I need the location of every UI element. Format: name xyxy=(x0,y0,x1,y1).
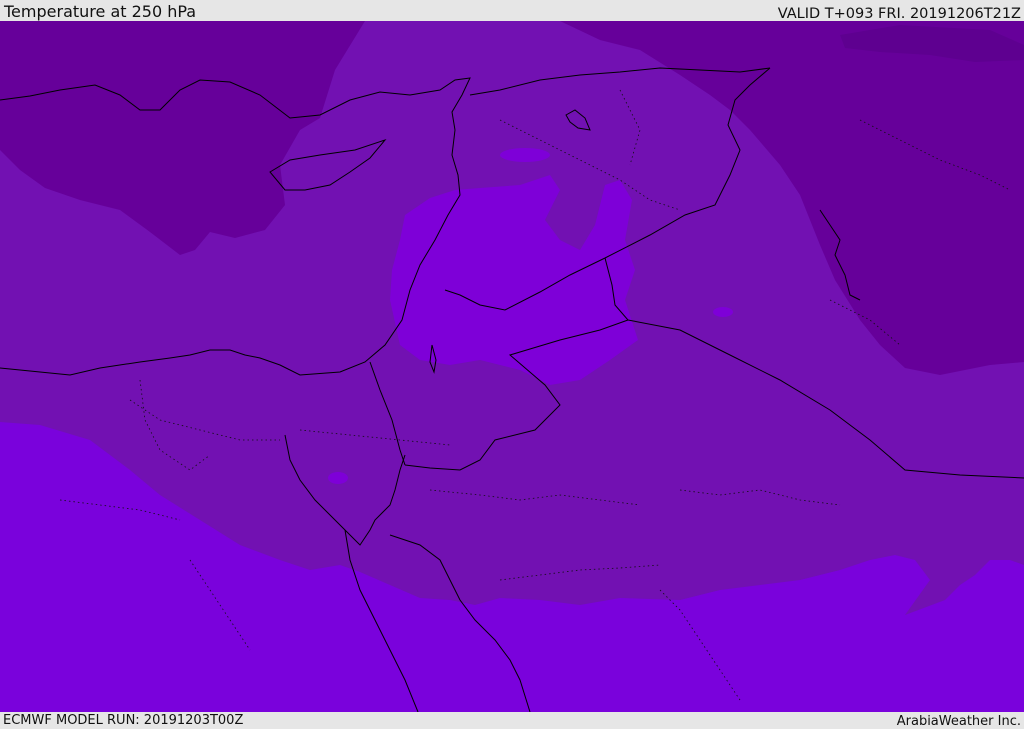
warm-spot-sinai xyxy=(328,472,348,484)
model-run-label: ECMWF MODEL RUN: 20191203T00Z xyxy=(3,713,244,728)
map-title: Temperature at 250 hPa xyxy=(4,2,197,21)
weather-map xyxy=(0,21,1024,712)
warm-spot-iraq xyxy=(713,307,733,317)
credit-label: ArabiaWeather Inc. xyxy=(896,714,1021,729)
map-page: Temperature at 250 hPa VALID T+093 FRI. … xyxy=(0,0,1024,729)
header-bar: Temperature at 250 hPa VALID T+093 FRI. … xyxy=(0,0,1024,22)
footer-bar: ECMWF MODEL RUN: 20191203T00Z ArabiaWeat… xyxy=(0,712,1024,729)
warm-spot-syria xyxy=(500,148,550,162)
valid-time-label: VALID T+093 FRI. 20191206T21Z xyxy=(777,6,1021,22)
